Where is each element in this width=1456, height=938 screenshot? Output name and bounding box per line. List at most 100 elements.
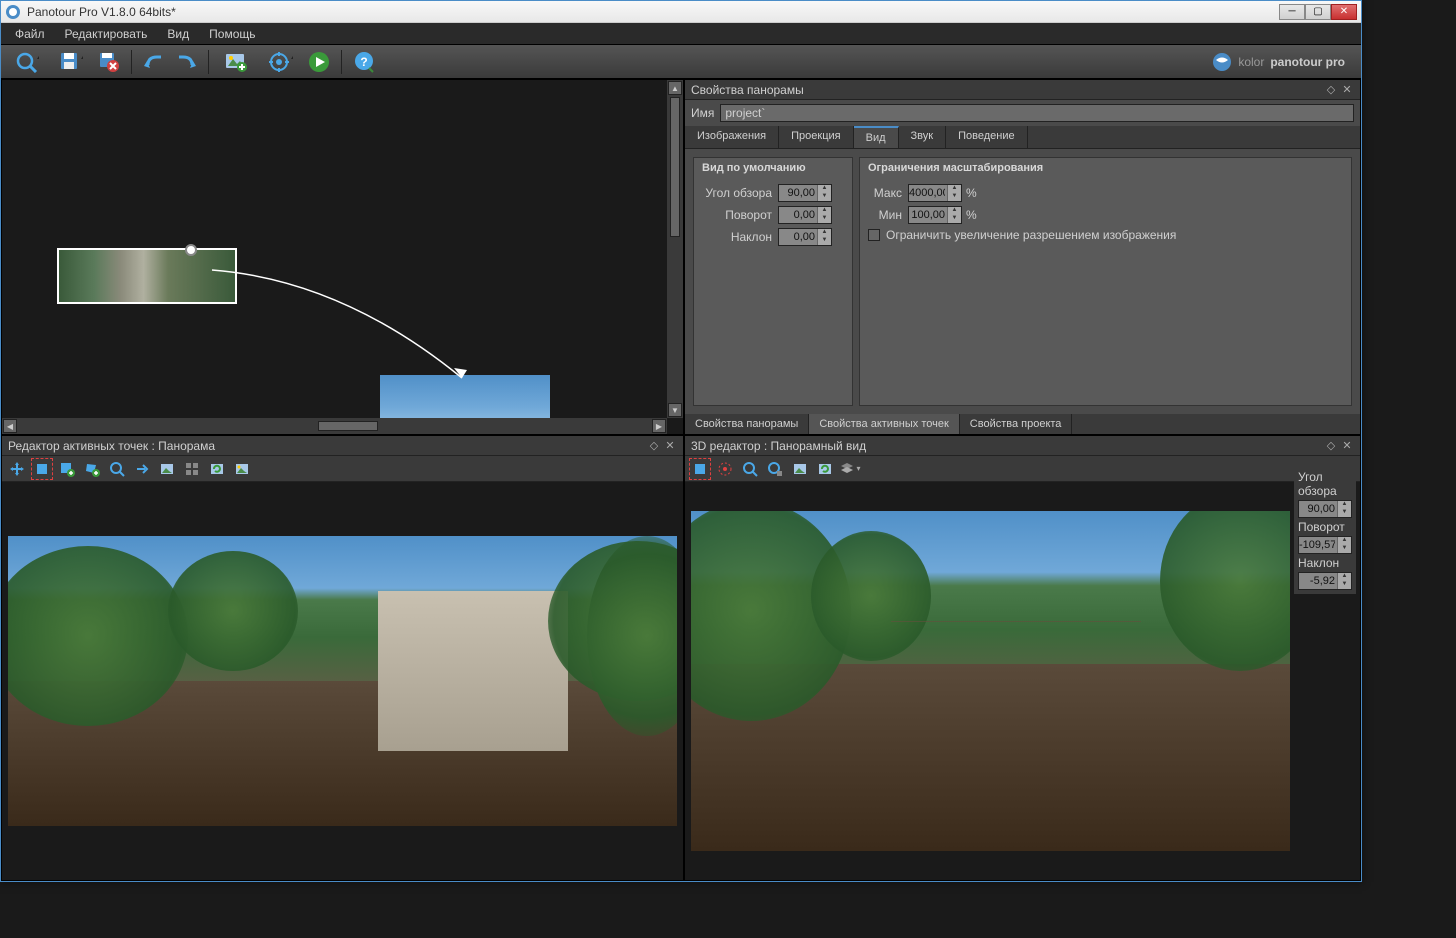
zoom-3d-tool-icon[interactable] (739, 458, 761, 480)
panel-dock-button[interactable]: ◇ (1324, 439, 1338, 453)
fit-3d-tool-icon[interactable] (764, 458, 786, 480)
3d-tilt-spinner[interactable]: ▲▼ (1298, 572, 1352, 590)
maximize-button[interactable]: ▢ (1305, 4, 1331, 20)
tab-project-props[interactable]: Свойства проекта (960, 414, 1073, 434)
panel-close-button[interactable]: ✕ (1340, 83, 1354, 97)
tab-pano-props[interactable]: Свойства панорамы (685, 414, 809, 434)
max-unit: % (966, 186, 977, 200)
panorama-node-1[interactable] (57, 248, 237, 304)
layers-3d-tool-icon[interactable]: ▾ (839, 458, 861, 480)
rotation-spinner[interactable]: ▲▼ (778, 206, 832, 224)
min-unit: % (966, 208, 977, 222)
property-tabs: Изображения Проекция Вид Звук Поведение (685, 126, 1360, 149)
3d-rot-label: Поворот (1298, 520, 1352, 534)
svg-text:?: ? (360, 55, 367, 69)
fov-label: Угол обзора (702, 186, 778, 200)
panel-dock-button[interactable]: ◇ (1324, 83, 1338, 97)
hotspot-editor-panel: Редактор активных точек : Панорама ◇ ✕ (1, 435, 684, 881)
panorama-node-2[interactable] (380, 375, 550, 421)
hotspot-editor-title: Редактор активных точек : Панорама (8, 439, 645, 453)
menu-view[interactable]: Вид (157, 25, 199, 43)
save-button[interactable] (51, 48, 91, 76)
tab-images[interactable]: Изображения (685, 126, 779, 148)
reload-tool-icon[interactable] (206, 458, 228, 480)
3d-panorama-view[interactable] (691, 511, 1290, 851)
panel-close-button[interactable]: ✕ (1340, 439, 1354, 453)
window-title: Panotour Pro V1.8.0 64bits* (27, 5, 1279, 19)
brand-product: panotour pro (1270, 55, 1345, 69)
link-tool-icon[interactable] (131, 458, 153, 480)
menu-help[interactable]: Помощь (199, 25, 265, 43)
target-3d-tool-icon[interactable] (714, 458, 736, 480)
open-button[interactable] (7, 48, 47, 76)
restrict-label: Ограничить увеличение разрешением изобра… (886, 228, 1176, 242)
canvas-scrollbar-vertical[interactable]: ▲ ▼ (667, 80, 683, 418)
default-view-title: Вид по умолчанию (702, 162, 844, 180)
panel-close-button[interactable]: ✕ (663, 439, 677, 453)
close-button[interactable]: ✕ (1331, 4, 1357, 20)
tab-projection[interactable]: Проекция (779, 126, 853, 148)
redo-button[interactable] (172, 48, 200, 76)
properties-panel: Свойства панорамы ◇ ✕ Имя Изображения Пр… (684, 79, 1361, 435)
max-zoom-spinner[interactable]: ▲▼ (908, 184, 962, 202)
min-zoom-spinner[interactable]: ▲▼ (908, 206, 962, 224)
bottom-tabs: Свойства панорамы Свойства активных точе… (685, 414, 1360, 434)
menu-file[interactable]: Файл (5, 25, 55, 43)
rotation-label: Поворот (702, 208, 778, 222)
canvas-scrollbar-horizontal[interactable]: ◀ ▶ (2, 418, 667, 434)
undo-button[interactable] (140, 48, 168, 76)
hotspot-marker-icon[interactable] (185, 244, 197, 256)
default-view-group: Вид по умолчанию Угол обзора▲▼ Поворот▲▼… (693, 157, 853, 406)
minimize-button[interactable]: ─ (1279, 4, 1305, 20)
3d-editor-title: 3D редактор : Панорамный вид (691, 439, 1322, 453)
add-polygon-hotspot-icon[interactable] (81, 458, 103, 480)
restrict-resolution-checkbox[interactable] (868, 229, 880, 241)
tab-view[interactable]: Вид (854, 126, 899, 148)
build-button[interactable] (305, 48, 333, 76)
tilt-label: Наклон (702, 230, 778, 244)
tab-behavior[interactable]: Поведение (946, 126, 1028, 148)
3d-fov-spinner[interactable]: ▲▼ (1298, 500, 1352, 518)
image-3d-tool-icon[interactable] (789, 458, 811, 480)
link-arrow-icon (202, 260, 482, 390)
3d-toolbar: ▾ (685, 456, 1360, 482)
hotspot-viewport[interactable] (2, 482, 683, 880)
3d-viewport[interactable] (685, 482, 1360, 880)
tab-hotspot-props[interactable]: Свойства активных точек (809, 414, 959, 434)
3d-fov-label: Угол обзора (1298, 470, 1352, 498)
3d-editor-panel: 3D редактор : Панорамный вид ◇ ✕ ▾ (684, 435, 1361, 881)
3d-tilt-label: Наклон (1298, 556, 1352, 570)
panorama-name-input[interactable] (720, 104, 1354, 122)
brand-logo-icon (1212, 52, 1232, 72)
menu-edit[interactable]: Редактировать (55, 25, 158, 43)
properties-panel-title: Свойства панорамы (691, 83, 1322, 97)
tab-sound[interactable]: Звук (899, 126, 947, 148)
name-label: Имя (691, 106, 714, 120)
settings-button[interactable] (261, 48, 301, 76)
move-tool-icon[interactable] (6, 458, 28, 480)
app-window: Panotour Pro V1.8.0 64bits* ─ ▢ ✕ Файл Р… (0, 0, 1362, 882)
3d-view-controls: Угол обзора ▲▼ Поворот ▲▼ Наклон ▲▼ (1294, 464, 1356, 594)
menubar: Файл Редактировать Вид Помощь (1, 23, 1361, 45)
reload-3d-tool-icon[interactable] (814, 458, 836, 480)
select-tool-icon[interactable] (31, 458, 53, 480)
select-3d-tool-icon[interactable] (689, 458, 711, 480)
tilt-spinner[interactable]: ▲▼ (778, 228, 832, 246)
preview-tool-icon[interactable] (231, 458, 253, 480)
add-panorama-button[interactable] (217, 48, 257, 76)
image-tool-icon[interactable] (156, 458, 178, 480)
titlebar[interactable]: Panotour Pro V1.8.0 64bits* ─ ▢ ✕ (1, 1, 1361, 23)
grid-tool-icon[interactable] (181, 458, 203, 480)
close-project-button[interactable] (95, 48, 123, 76)
help-button[interactable]: ? (350, 48, 378, 76)
main-toolbar: ? kolor panotour pro (1, 45, 1361, 79)
fov-spinner[interactable]: ▲▼ (778, 184, 832, 202)
zoom-tool-icon[interactable] (106, 458, 128, 480)
add-point-hotspot-icon[interactable] (56, 458, 78, 480)
3d-rot-spinner[interactable]: ▲▼ (1298, 536, 1352, 554)
panorama-preview[interactable] (8, 536, 677, 826)
min-label: Мин (868, 208, 908, 222)
hotspot-toolbar (2, 456, 683, 482)
tour-canvas[interactable]: ▲ ▼ ◀ ▶ (1, 79, 684, 435)
panel-dock-button[interactable]: ◇ (647, 439, 661, 453)
